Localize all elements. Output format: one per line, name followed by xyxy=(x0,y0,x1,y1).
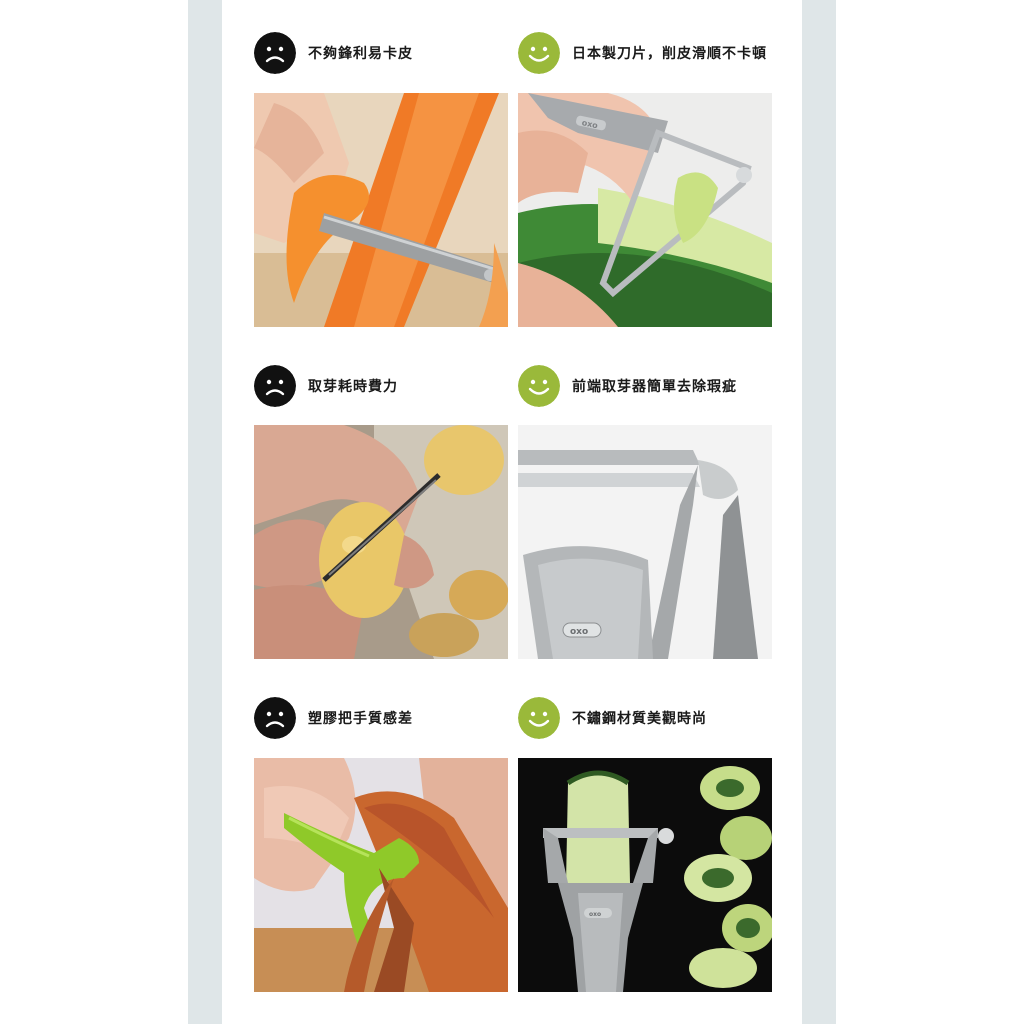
good-point-1: 日本製刀片，削皮滑順不卡頓 xyxy=(518,32,767,74)
right-side-band xyxy=(802,0,836,1024)
photo-carrot-peeling-old-peeler xyxy=(254,93,508,327)
bad-point-1: 不夠鋒利易卡皮 xyxy=(254,32,413,74)
bad-point-2: 取芽耗時費力 xyxy=(254,365,398,407)
good-point-text: 不鏽鋼材質美觀時尚 xyxy=(572,711,707,727)
happy-face-icon xyxy=(518,365,560,407)
photo-stainless-peeler-zucchini-black-bg: oxo xyxy=(518,758,772,992)
bad-point-text: 塑膠把手質感差 xyxy=(308,711,413,727)
sad-face-icon xyxy=(254,697,296,739)
photo-zucchini-oxo-peeler: oxo xyxy=(518,93,772,327)
sad-face-icon xyxy=(254,365,296,407)
good-point-text: 日本製刀片，削皮滑順不卡頓 xyxy=(572,46,767,62)
good-point-2: 前端取芽器簡單去除瑕疵 xyxy=(518,365,737,407)
happy-face-icon xyxy=(518,32,560,74)
photo-oxo-peeler-potato-eye-remover: oxo xyxy=(518,425,772,659)
photo-plastic-peeler-carrot xyxy=(254,758,508,992)
good-point-3: 不鏽鋼材質美觀時尚 xyxy=(518,697,707,739)
sad-face-icon xyxy=(254,32,296,74)
bad-point-3: 塑膠把手質感差 xyxy=(254,697,413,739)
good-point-text: 前端取芽器簡單去除瑕疵 xyxy=(572,379,737,395)
bad-point-text: 不夠鋒利易卡皮 xyxy=(308,46,413,62)
bad-point-text: 取芽耗時費力 xyxy=(308,379,398,395)
photo-potato-knife-eye-removal xyxy=(254,425,508,659)
svg-text:oxo: oxo xyxy=(570,627,588,637)
svg-text:oxo: oxo xyxy=(589,911,601,918)
left-side-band xyxy=(188,0,222,1024)
happy-face-icon xyxy=(518,697,560,739)
